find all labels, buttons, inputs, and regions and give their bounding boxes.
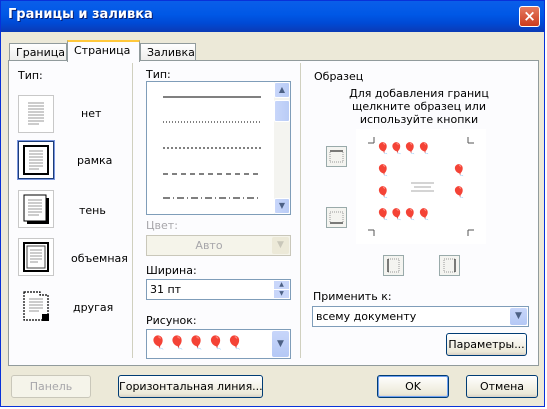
tab-page-border[interactable]: Страница: [67, 40, 140, 62]
color-dropdown-arrow-icon[interactable]: ▼: [272, 237, 289, 254]
preview-sample[interactable]: 🎈🎈🎈🎈 🎈🎈🎈🎈 🎈 🎈 🎈 🎈: [356, 129, 486, 244]
line-style-samples: [163, 96, 261, 199]
art-label: Рисунок:: [146, 314, 197, 327]
preset-custom-icon: [23, 291, 49, 321]
title-bar[interactable]: Границы и заливка ×: [1, 1, 544, 32]
options-button[interactable]: Параметры...: [446, 333, 527, 356]
preset-shadow-icon: [23, 194, 49, 224]
column-divider-right: [300, 63, 301, 358]
toolbar-panel-button[interactable]: Панель: [11, 375, 91, 398]
art-sample-balloons: 🎈🎈🎈🎈🎈: [150, 336, 246, 351]
borders-and-shading-dialog: Границы и заливка × Граница Страница Зал…: [0, 0, 545, 407]
top-border-icon: [329, 150, 344, 163]
color-value: Авто: [195, 239, 223, 252]
preset-shadow-button[interactable]: [18, 190, 54, 228]
line-style-scrollbar[interactable]: ▲ ▼: [274, 82, 290, 214]
preset-none-icon: [28, 102, 44, 125]
apply-to-dropdown-arrow-icon[interactable]: ▼: [510, 308, 527, 325]
balloon-border-icon: 🎈🎈🎈🎈: [376, 208, 431, 221]
apply-to-label: Применить к:: [313, 290, 392, 303]
preset-box-icon: [23, 145, 49, 175]
ok-button[interactable]: OK: [377, 375, 449, 398]
balloon-border-icon: 🎈: [452, 164, 466, 177]
preview-hint: Для добавления границ щелкните образец и…: [349, 87, 489, 126]
right-border-icon: [443, 258, 456, 273]
preset-box-label: рамка: [77, 154, 113, 167]
preset-shadow-label: тень: [79, 204, 106, 217]
line-style-label: Тип:: [146, 68, 171, 81]
width-up-icon[interactable]: ▲: [274, 281, 289, 289]
preset-custom-button[interactable]: [18, 287, 54, 325]
horizontal-line-button[interactable]: Горизонтальная линия...: [118, 375, 263, 398]
balloon-border-icon: 🎈: [452, 186, 466, 199]
right-border-button[interactable]: [439, 255, 460, 276]
preset-3d-label: объемная: [71, 252, 128, 265]
close-button[interactable]: ×: [519, 6, 540, 27]
preset-none-button[interactable]: [18, 95, 54, 133]
preview-title: Образец: [314, 70, 364, 83]
preset-box-button[interactable]: [17, 140, 55, 180]
balloon-border-icon: 🎈🎈🎈🎈: [376, 142, 431, 155]
preset-none-label: нет: [81, 107, 102, 120]
preset-3d-button[interactable]: [18, 238, 54, 276]
balloon-border-icon: 🎈: [376, 186, 390, 199]
apply-to-value: всему документу: [316, 310, 417, 323]
scroll-up-button[interactable]: ▲: [274, 82, 290, 98]
preset-3d-icon: [23, 242, 49, 272]
line-style-list[interactable]: ▲ ▼: [146, 81, 291, 215]
art-dropdown-arrow-icon[interactable]: ▼: [272, 331, 289, 357]
scroll-thumb[interactable]: [274, 100, 290, 122]
bottom-border-button[interactable]: [326, 207, 347, 228]
preset-custom-label: другая: [73, 301, 114, 314]
left-border-icon: [387, 258, 400, 273]
apply-to-select[interactable]: всему документу ▼: [312, 306, 529, 327]
top-border-button[interactable]: [326, 146, 347, 167]
scroll-down-button[interactable]: ▼: [274, 198, 290, 214]
cancel-button[interactable]: Отмена: [466, 375, 538, 398]
left-border-button[interactable]: [383, 255, 404, 276]
color-label: Цвет:: [146, 219, 178, 232]
tab-border[interactable]: Граница: [9, 43, 67, 61]
balloon-border-icon: 🎈: [376, 164, 390, 177]
art-select[interactable]: 🎈🎈🎈🎈🎈 ▼: [146, 329, 291, 359]
tab-shading[interactable]: Заливка: [140, 43, 196, 61]
width-spinner[interactable]: 31 пт ▲ ▼: [146, 279, 291, 300]
type-section-label: Тип:: [18, 69, 43, 82]
bottom-border-icon: [329, 211, 344, 224]
width-down-icon[interactable]: ▼: [274, 290, 289, 298]
width-label: Ширина:: [146, 264, 197, 277]
column-divider-left: [132, 63, 133, 358]
window-title: Границы и заливка: [8, 7, 153, 22]
width-value: 31 пт: [150, 283, 182, 296]
color-select[interactable]: Авто ▼: [146, 235, 291, 256]
